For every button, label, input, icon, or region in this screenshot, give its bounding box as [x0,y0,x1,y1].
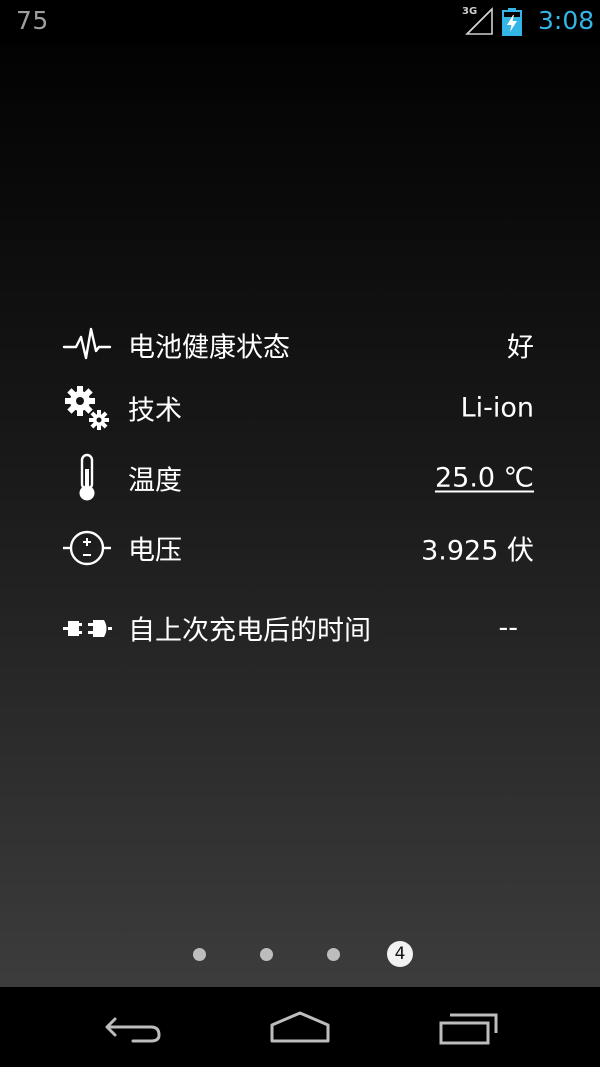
back-button[interactable] [93,1003,173,1051]
voltage-icon [63,530,111,566]
technology-label: 技术 [128,395,182,427]
temperature-label: 温度 [128,465,182,497]
voltage-label: 电压 [128,535,182,567]
heartbeat-icon [62,327,112,360]
home-button[interactable] [260,1003,340,1051]
page-dot-1[interactable] [193,948,206,961]
thermometer-icon [79,453,95,501]
signal-strength-icon [465,7,493,35]
page-indicator: 4 [0,940,600,968]
status-bar: 75 3G 3:08 [0,0,600,44]
gears-icon [65,386,109,430]
home-icon [270,1011,330,1043]
info-row-temperature[interactable]: 温度 25.0 ℃ [62,448,538,508]
time-since-charge-label: 自上次充电后的时间 [128,615,371,647]
battery-info-screen: 75 3G 3:08 电池健康状态 好 技术 Li-ion 温度 25.0 ℃ … [0,0,600,1067]
navigation-bar [0,987,600,1067]
battery-level-indicator: 75 [16,6,49,35]
time-since-charge-value: -- [498,612,519,644]
recent-apps-icon [439,1013,498,1045]
health-label: 电池健康状态 [128,332,290,364]
signal-indicator: 3G [462,6,494,36]
battery-charging-icon [502,8,522,36]
info-row-time-since-charge: 自上次充电后的时间 -- [62,598,538,658]
page-dot-active[interactable]: 4 [387,941,413,967]
status-clock: 3:08 [538,6,595,35]
voltage-value: 3.925 伏 [421,535,534,567]
info-row-technology: 技术 Li-ion [62,378,538,438]
page-dot-2[interactable] [260,948,273,961]
recent-apps-button[interactable] [428,1003,508,1051]
info-row-voltage: 电压 3.925 伏 [62,518,538,578]
plug-icon [63,620,112,637]
page-dot-3[interactable] [327,948,340,961]
info-row-health: 电池健康状态 好 [62,315,538,375]
temperature-value-link[interactable]: 25.0 ℃ [435,463,534,494]
back-icon [105,1017,161,1043]
technology-value: Li-ion [460,392,534,424]
health-value: 好 [507,332,534,364]
